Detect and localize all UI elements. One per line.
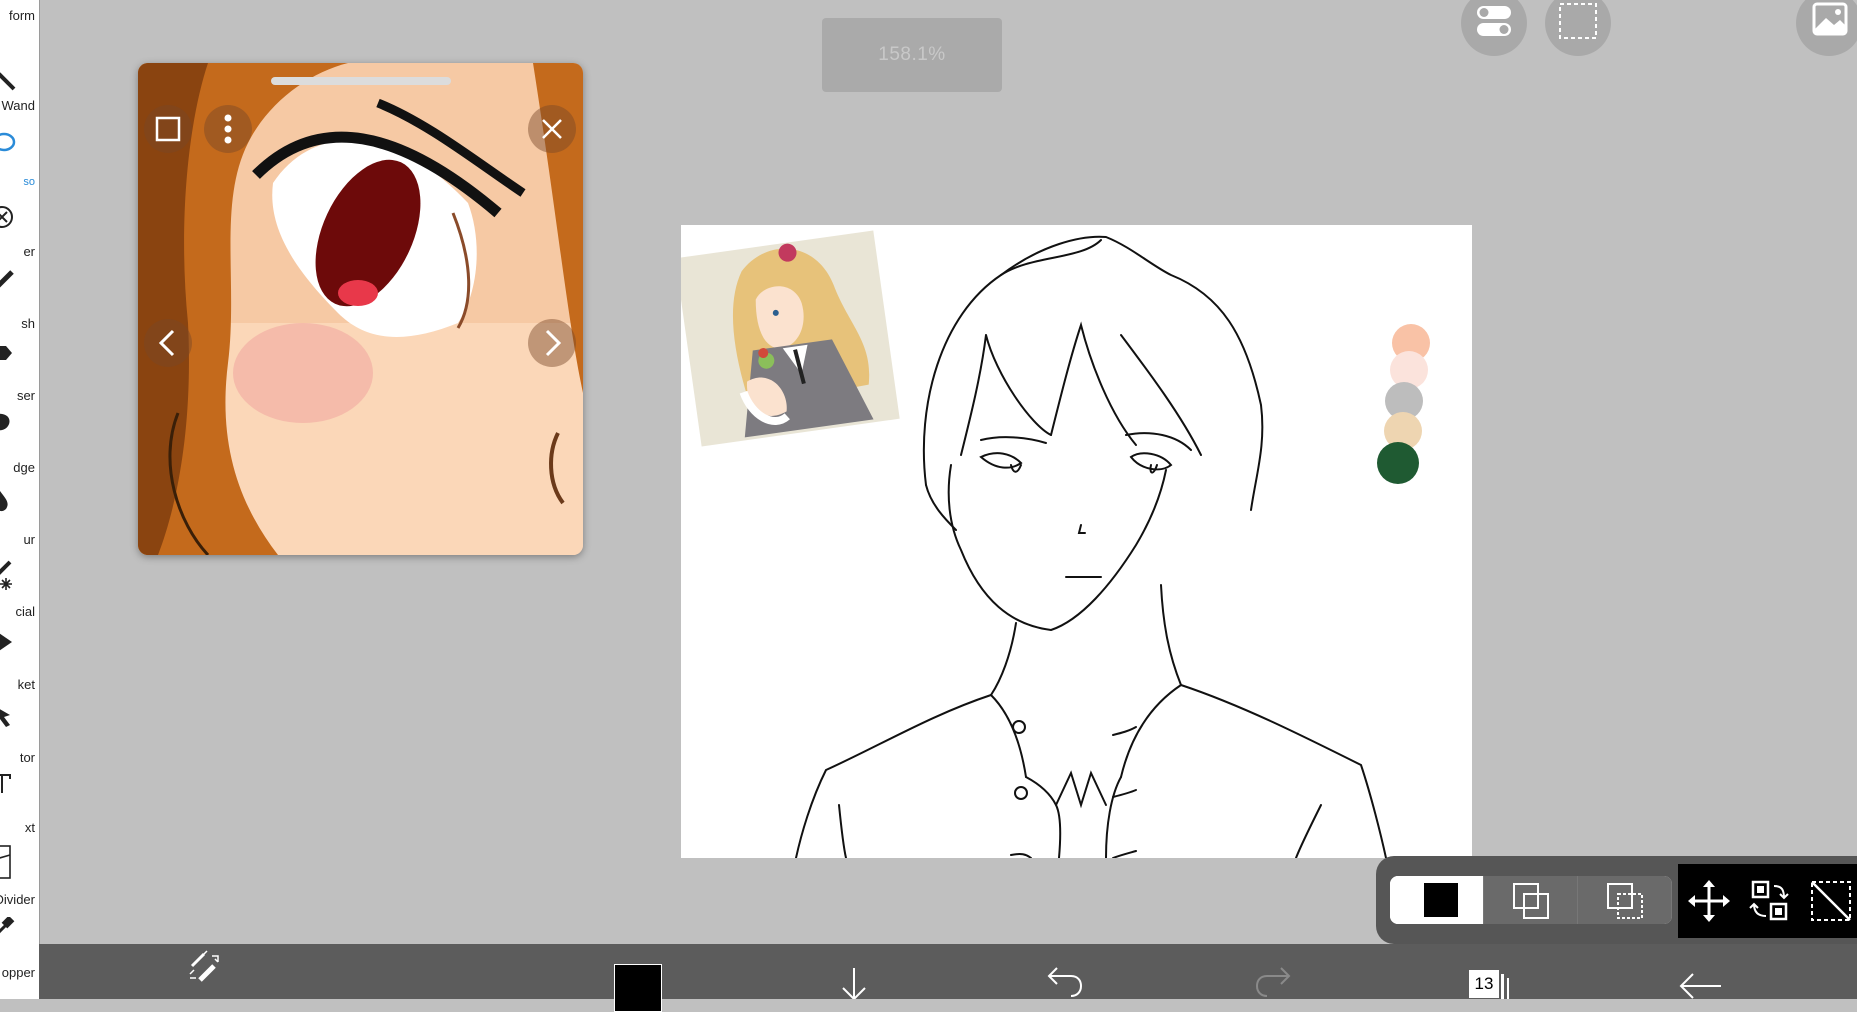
- selection-actions: [1678, 864, 1857, 938]
- reference-menu-button[interactable]: [204, 105, 252, 153]
- layers-stack-icon-back: [1507, 978, 1509, 999]
- pen-swap-icon: [189, 950, 219, 982]
- settings-toggle-button[interactable]: [1461, 0, 1527, 56]
- undo-button[interactable]: [1039, 944, 1089, 999]
- transform-icon: [1749, 880, 1789, 921]
- pasted-reference-image: [681, 230, 900, 447]
- layer-count: 13: [1469, 970, 1499, 998]
- tool-label: sh: [21, 316, 35, 331]
- tool-magic-wand[interactable]: Wand: [0, 39, 39, 113]
- special-icon: [0, 560, 12, 590]
- chevron-left-icon: [158, 329, 175, 357]
- tool-lasso[interactable]: so: [0, 111, 39, 188]
- next-image-button[interactable]: [528, 319, 576, 367]
- frame-divider-icon: [0, 845, 11, 879]
- arrow-left-icon: [1679, 973, 1721, 999]
- square-icon: [155, 116, 181, 142]
- subtract-selection-icon: [1607, 883, 1643, 919]
- undo-icon: [1047, 967, 1083, 997]
- magic-wand-icon: [0, 72, 16, 91]
- drawing-canvas[interactable]: [681, 225, 1472, 858]
- deselect-button[interactable]: [1806, 876, 1856, 926]
- tool-label: dge: [13, 460, 35, 475]
- image-button[interactable]: [1796, 0, 1857, 56]
- tool-blur[interactable]: ur: [0, 482, 39, 554]
- toggle-icon: [1477, 6, 1511, 36]
- bottom-bar: 13: [39, 944, 1857, 1012]
- lasso-icon: [0, 132, 16, 152]
- dashed-selection-icon: [1559, 3, 1597, 39]
- tool-text[interactable]: xt: [0, 770, 39, 842]
- redo-button[interactable]: [1249, 944, 1299, 999]
- fit-button[interactable]: [144, 105, 192, 153]
- zoom-indicator: 158.1%: [822, 18, 1002, 92]
- tool-label: so: [23, 176, 35, 188]
- close-icon: [542, 119, 562, 139]
- tool-label: tor: [19, 750, 35, 765]
- tool-transform[interactable]: form: [0, 0, 39, 38]
- download-button[interactable]: [829, 944, 879, 1001]
- selection-button[interactable]: [1545, 0, 1611, 56]
- text-icon: [0, 774, 11, 793]
- move-icon: [1688, 880, 1730, 922]
- tool-frame-divider[interactable]: Divider: [0, 842, 39, 914]
- tool-eraser[interactable]: ser: [0, 338, 39, 410]
- tool-special[interactable]: cial: [0, 554, 39, 626]
- blur-icon: [0, 491, 8, 512]
- tool-brush[interactable]: sh: [0, 266, 39, 338]
- filter-icon: [0, 206, 13, 228]
- palette-swatch: [1377, 442, 1419, 484]
- canvas-artwork: [681, 230, 1430, 858]
- smudge-icon: [0, 413, 10, 431]
- more-vertical-icon: [224, 114, 232, 144]
- previous-image-button[interactable]: [144, 319, 192, 367]
- tool-strip: form Wand so er sh ser dge ur cial ket t…: [0, 0, 40, 999]
- redo-icon: [1255, 967, 1291, 997]
- color-swatch: [614, 964, 662, 1012]
- tool-label: form: [9, 8, 35, 23]
- eyedropper-icon: [0, 917, 15, 934]
- tool-eyedropper[interactable]: opper: [0, 914, 39, 986]
- brush-eraser-toggle-button[interactable]: [186, 944, 236, 999]
- transform-selection-button[interactable]: [1744, 876, 1794, 926]
- color-palette: [1377, 324, 1430, 484]
- tool-smudge[interactable]: dge: [0, 410, 39, 482]
- tool-filter[interactable]: er: [0, 200, 39, 272]
- selection-mode-fill[interactable]: [1390, 876, 1484, 924]
- selection-mode-group: [1390, 876, 1672, 924]
- tool-label: ser: [16, 388, 35, 403]
- image-icon: [1812, 2, 1848, 36]
- selection-mode-subtract[interactable]: [1578, 876, 1672, 924]
- primary-color-swatch[interactable]: [612, 944, 662, 1012]
- add-selection-icon: [1513, 883, 1549, 919]
- back-button[interactable]: [1675, 944, 1725, 999]
- drag-handle[interactable]: [271, 77, 451, 85]
- tool-bucket[interactable]: ket: [0, 627, 39, 699]
- deselect-icon: [1811, 881, 1851, 921]
- tool-label: cial: [15, 604, 35, 619]
- selector-icon: [0, 709, 10, 727]
- reference-window[interactable]: [138, 63, 583, 555]
- tool-label: opper: [1, 965, 35, 980]
- tool-label: er: [23, 244, 35, 259]
- selection-panel: [1376, 856, 1857, 944]
- layers-button[interactable]: 13: [1467, 944, 1517, 999]
- eraser-icon: [0, 346, 12, 360]
- bucket-icon: [0, 633, 12, 651]
- fill-black-icon: [1424, 883, 1458, 917]
- tool-label: Divider: [0, 892, 35, 907]
- tool-selector[interactable]: tor: [0, 700, 39, 772]
- tool-label: xt: [24, 820, 35, 835]
- chevron-right-icon: [545, 329, 562, 357]
- tool-label: ket: [17, 677, 35, 692]
- move-button[interactable]: [1684, 876, 1734, 926]
- arrow-down-icon: [842, 968, 866, 1001]
- layers-stack-icon: [1501, 974, 1504, 999]
- brush-icon: [0, 270, 14, 288]
- close-reference-button[interactable]: [528, 105, 576, 153]
- selection-mode-add[interactable]: [1484, 876, 1578, 924]
- tool-label: ur: [23, 532, 35, 547]
